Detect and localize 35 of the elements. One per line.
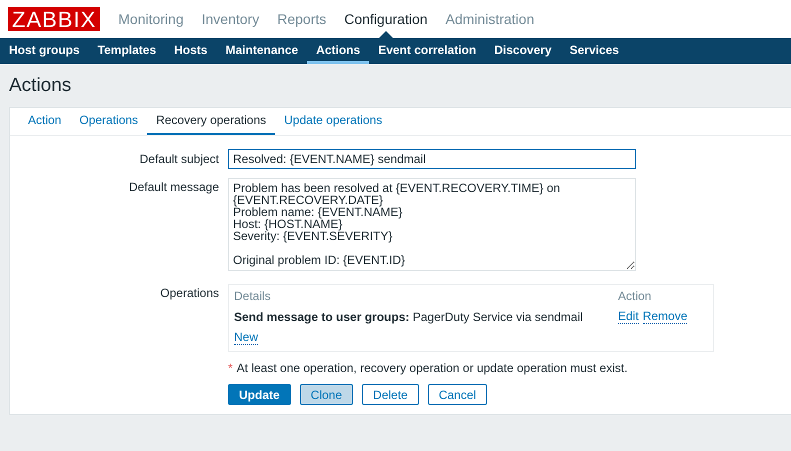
sub-menu-item[interactable]: Event correlation: [369, 38, 486, 64]
sub-menu-item[interactable]: Discovery: [485, 38, 561, 64]
page-title: Actions: [8, 74, 72, 98]
main-menu-item[interactable]: Reports: [277, 1, 326, 37]
column-header: Action: [618, 289, 652, 303]
column-header: Details: [234, 289, 272, 303]
form-button[interactable]: Clone: [300, 384, 354, 405]
requirement-note: At least one operation, recovery operation or update operation must exist.: [236, 361, 628, 375]
form-button[interactable]: Update: [228, 384, 291, 405]
field-label: Default subject: [138, 151, 219, 168]
sub-menu-item[interactable]: Templates: [88, 38, 166, 64]
field-label: Operations: [159, 285, 219, 302]
subject-input-field[interactable]: Resolved: {EVENT.NAME} sendmail: [228, 149, 636, 169]
message-text-area[interactable]: Problem has been resolved at {EVENT.RECOVERY.TIME} on {EVENT.RECOVERY.DATE} Problem name: {EVENT.NAME} Host: {HOST.NAME} Severity: {EVENT.SEVERITY} Original problem ID: {EVENT.ID}: [228, 178, 636, 271]
operation-action-link[interactable]: Remove: [642, 310, 688, 324]
operation-details: Send message to user groups: PagerDuty Service via sendmail: [234, 310, 584, 324]
sub-menu-item[interactable]: Maintenance: [216, 38, 308, 64]
sub-menu-item[interactable]: Services: [560, 38, 628, 64]
new-operation-link[interactable]: New: [234, 331, 258, 345]
sub-menu-item[interactable]: Actions: [307, 38, 370, 64]
sub-menu-item[interactable]: Hosts: [165, 38, 216, 64]
sub-menu-item[interactable]: Host groups: [9, 38, 89, 64]
tab[interactable]: Operations: [70, 108, 148, 135]
form-button[interactable]: Delete: [362, 384, 419, 405]
tab[interactable]: Action: [19, 108, 70, 135]
main-menu-item[interactable]: Monitoring: [118, 1, 184, 37]
form-button[interactable]: Cancel: [428, 384, 488, 405]
field-label: Default message: [128, 179, 219, 196]
tab[interactable]: Recovery operations: [147, 108, 276, 135]
zabbix-logo[interactable]: ZABBIX: [8, 7, 100, 31]
main-menu-item[interactable]: Inventory: [202, 1, 260, 37]
required-mark: *: [228, 361, 233, 375]
main-menu-item[interactable]: Administration: [446, 1, 534, 37]
tab[interactable]: Update operations: [275, 108, 392, 135]
operation-action-link[interactable]: Edit: [618, 310, 639, 324]
